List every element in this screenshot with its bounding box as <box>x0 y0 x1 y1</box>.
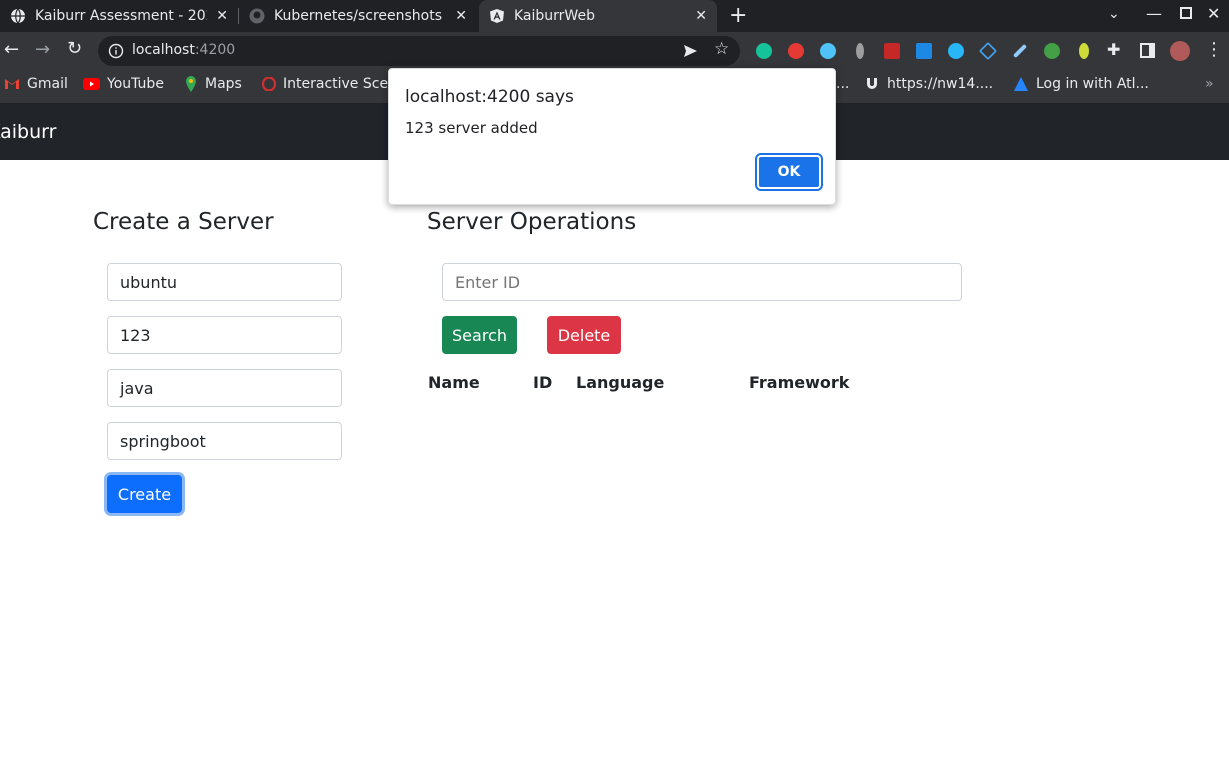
bookmarks-overflow-button[interactable]: » <box>1205 76 1214 92</box>
browser-toolbar: ← → ↻ localhost:4200 ☆ ✚ ⋮ <box>0 32 1229 70</box>
column-header-name: Name <box>428 373 480 392</box>
globe-icon <box>11 8 25 24</box>
tab-title: Kaiburr Assessment - 2022 <box>35 8 207 24</box>
youtube-icon <box>83 78 100 90</box>
adblock-icon[interactable] <box>788 43 804 59</box>
pen-icon[interactable] <box>1012 43 1028 59</box>
tab-search-icon[interactable]: ⌄ <box>1108 6 1120 22</box>
aspect-ratio-icon[interactable] <box>884 43 900 59</box>
dialog-message: 123 server added <box>405 119 538 137</box>
tab-kubernetes-screenshots[interactable]: Kubernetes/screenshots at ✕ <box>239 0 477 32</box>
alert-dialog: localhost:4200 says 123 server added OK <box>388 68 836 205</box>
dialog-title: localhost:4200 says <box>405 87 574 107</box>
tree-icon[interactable] <box>1044 43 1060 59</box>
angular-icon <box>490 9 504 23</box>
reload-icon[interactable]: ↻ <box>67 38 82 59</box>
column-header-id: ID <box>533 373 553 392</box>
bookmark-nw14[interactable]: https://nw14.... <box>864 76 993 92</box>
maps-icon <box>186 76 196 92</box>
side-panel-icon[interactable] <box>1140 43 1155 58</box>
server-id-input[interactable]: 123 <box>107 316 342 354</box>
clock-icon[interactable] <box>820 43 836 59</box>
shazam-icon[interactable] <box>948 43 964 59</box>
bookmark-interactive[interactable]: Interactive Sce... <box>262 76 401 92</box>
tab-kaiburrweb[interactable]: KaiburrWeb ✕ <box>479 0 717 32</box>
minimize-icon[interactable]: — <box>1146 4 1162 23</box>
opera-icon <box>262 77 276 91</box>
server-language-input[interactable]: java <box>107 369 342 407</box>
bookmark-hidden[interactable]: ... <box>836 76 849 92</box>
back-icon[interactable]: ← <box>4 39 19 60</box>
tab-title: KaiburrWeb <box>514 8 595 24</box>
url-text: localhost:4200 <box>132 42 236 58</box>
maximize-icon[interactable] <box>1180 7 1192 19</box>
bookmark-gmail[interactable]: Gmail <box>4 76 68 92</box>
github-icon <box>249 8 265 24</box>
extensions-icon[interactable]: ✚ <box>1107 40 1120 59</box>
info-icon[interactable] <box>108 43 124 59</box>
grammarly-icon[interactable] <box>756 43 772 59</box>
ok-button[interactable]: OK <box>755 153 823 191</box>
column-header-language: Language <box>576 373 665 392</box>
send-icon[interactable] <box>682 43 698 59</box>
tab-title: Kubernetes/screenshots at <box>274 8 446 24</box>
bookmark-atlassian[interactable]: Log in with Atl... <box>1013 76 1149 92</box>
gmail-icon <box>5 79 19 89</box>
close-icon[interactable]: ✕ <box>455 8 467 24</box>
bookmark-star-icon[interactable]: ☆ <box>714 39 729 59</box>
forward-icon[interactable]: → <box>35 39 50 60</box>
atlassian-icon <box>1014 77 1028 91</box>
close-icon[interactable]: ✕ <box>695 8 707 24</box>
tab-kaiburr-assessment[interactable]: Kaiburr Assessment - 2022 ✕ <box>0 0 238 32</box>
close-window-icon[interactable]: ✕ <box>1207 4 1220 23</box>
bookmark-maps[interactable]: Maps <box>184 76 242 92</box>
avatar[interactable] <box>1170 41 1190 61</box>
triangle-ext-icon[interactable] <box>978 41 998 61</box>
delete-button[interactable]: Delete <box>547 316 621 354</box>
search-button[interactable]: Search <box>442 316 517 354</box>
browser-tab-strip: Kaiburr Assessment - 2022 ✕ Kubernetes/s… <box>0 0 1229 32</box>
navbar-brand[interactable]: Kaiburr <box>0 121 56 143</box>
mouse-icon[interactable] <box>856 43 864 59</box>
column-header-framework: Framework <box>749 373 850 392</box>
bookmark-youtube[interactable]: YouTube <box>83 76 164 92</box>
server-framework-input[interactable]: springboot <box>107 422 342 460</box>
server-name-input[interactable]: ubuntu <box>107 263 342 301</box>
bulb-icon[interactable] <box>1079 43 1089 59</box>
new-tab-button[interactable]: + <box>729 3 747 28</box>
close-icon[interactable]: ✕ <box>216 8 228 24</box>
screenshot-icon[interactable] <box>916 43 932 59</box>
magnet-icon <box>867 78 877 89</box>
create-button[interactable]: Create <box>107 475 182 513</box>
create-server-heading: Create a Server <box>93 209 274 235</box>
server-operations-heading: Server Operations <box>427 209 637 235</box>
server-id-search-input[interactable] <box>442 263 962 301</box>
menu-icon[interactable]: ⋮ <box>1205 39 1223 60</box>
address-bar[interactable]: localhost:4200 ☆ <box>98 36 740 66</box>
